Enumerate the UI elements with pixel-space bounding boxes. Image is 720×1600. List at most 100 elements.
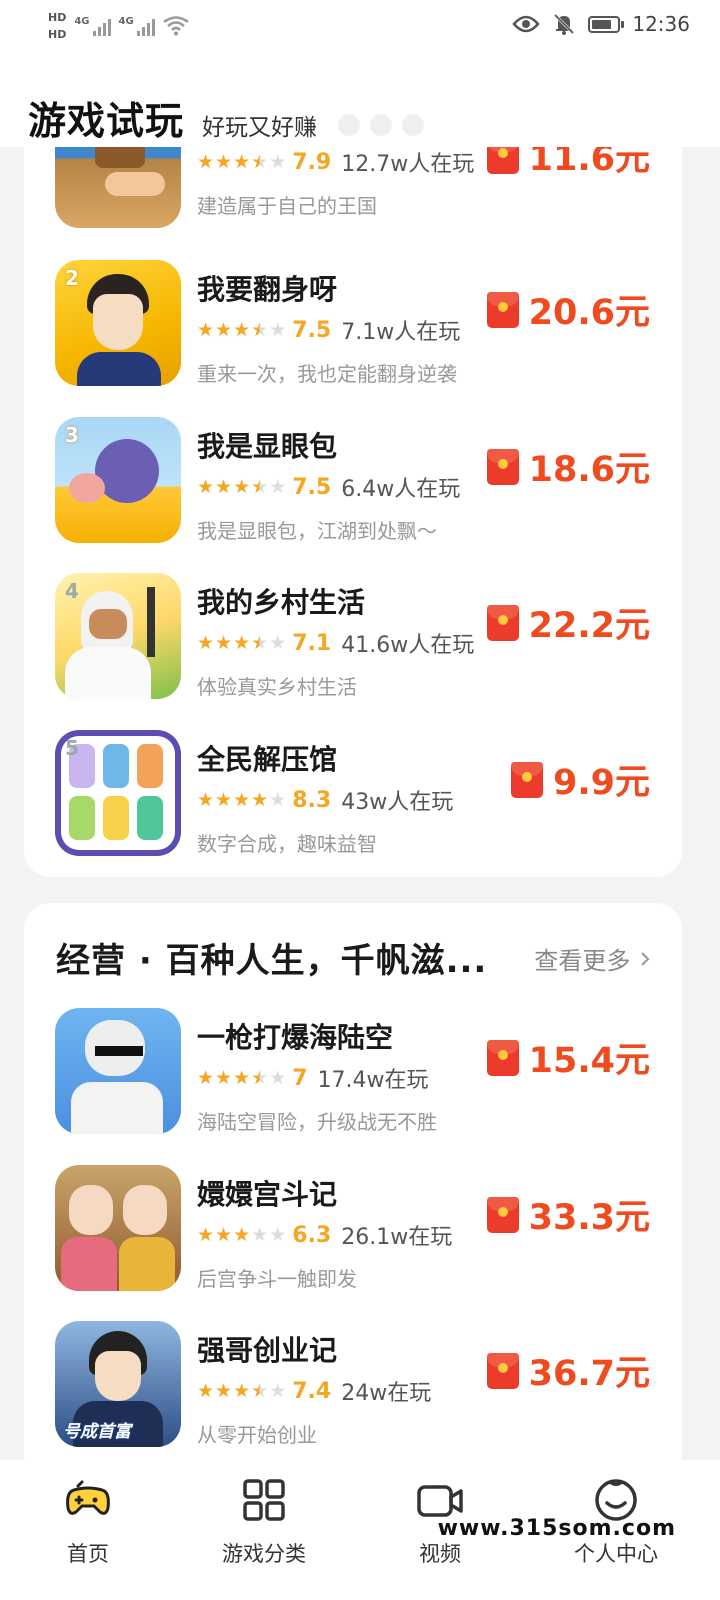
signal-icon: 4G <box>119 16 155 36</box>
status-bar: HD HD 4G 4G 12:36 <box>0 0 720 52</box>
players-count: 7.1w人在玩 <box>341 320 461 345</box>
star-icon: ★ <box>269 788 287 811</box>
star-icon: ★ <box>251 788 269 811</box>
star-icon: ★ <box>233 318 251 341</box>
rating-score: 7.4 <box>292 1378 332 1404</box>
game-meta: ★ ★ ★ ★ ★ 7.5 6.4w人在玩 <box>197 473 460 503</box>
rating-stars: ★ ★ ★ ★ ★ <box>197 633 286 653</box>
tab-label: 视频 <box>419 1542 461 1566</box>
star-icon: ★ <box>269 1379 287 1402</box>
star-icon: ★ <box>269 318 287 341</box>
game-row[interactable]: 一枪打爆海陆空 ★ ★ ★ ★ ★ 7 17.4w在玩 海陆空冒险，升级战无不胜 15.… <box>24 1008 682 1134</box>
hd1-label: HD <box>48 11 67 24</box>
rating-stars: ★ ★ ★ ★ ★ <box>197 788 287 811</box>
reward-amount: 22.2元 <box>528 606 650 646</box>
players-count: 17.4w在玩 <box>317 1068 429 1093</box>
game-name: 嬛嬛宫斗记 <box>197 1178 338 1211</box>
players-count: 24w在玩 <box>341 1381 432 1406</box>
star-icon: ★ <box>233 788 251 811</box>
red-envelope-icon <box>486 448 519 485</box>
star-icon: ★ <box>215 1066 233 1089</box>
battery-icon <box>588 15 625 33</box>
game-thumbnail[interactable]: 号成首富 <box>55 1321 181 1447</box>
star-icon: ★ <box>269 475 287 498</box>
red-envelope-icon <box>486 1352 519 1389</box>
app-root: HD HD 4G 4G 12:36 ★ ★ ★ ★ ★ 7.9 12.7w人在玩… <box>0 0 720 1600</box>
reward-badge[interactable]: 9.9元 <box>510 754 650 805</box>
reward-amount: 33.3元 <box>528 1198 650 1238</box>
watermark-text: www.315som.com <box>437 1516 676 1541</box>
game-row[interactable]: 嬛嬛宫斗记 ★ ★ ★ ★ ★ 6.3 26.1w在玩 后宫争斗一触即发 33.3元 <box>24 1165 682 1291</box>
game-meta: ★ ★ ★ ★ ★ 7.5 7.1w人在玩 <box>197 316 461 346</box>
game-meta: ★ ★ ★ ★ ★ 8.3 43w人在玩 <box>197 786 453 816</box>
game-description: 海陆空冒险，升级战无不胜 <box>197 1110 437 1134</box>
decoration-icon <box>370 114 392 136</box>
star-icon: ★ <box>215 318 233 341</box>
game-thumbnail[interactable]: 2 <box>55 260 181 386</box>
reward-badge[interactable]: 20.6元 <box>486 284 650 335</box>
game-description: 建造属于自己的王国 <box>197 194 377 218</box>
status-left: HD HD 4G 4G <box>48 6 189 46</box>
reward-badge[interactable]: 15.4元 <box>486 1032 650 1083</box>
reward-badge[interactable]: 33.3元 <box>486 1189 650 1240</box>
reward-badge[interactable]: 18.6元 <box>486 441 650 492</box>
wifi-icon <box>162 16 189 36</box>
star-icon: ★ <box>233 1223 251 1246</box>
red-envelope-icon <box>510 761 543 798</box>
rating-score: 7.9 <box>292 149 332 175</box>
game-row[interactable]: 2 我要翻身呀 ★ ★ ★ ★ ★ 7.5 7.1w人在玩 重来一次，我也定能翻身逆袭 … <box>24 260 682 386</box>
grid-icon <box>243 1479 285 1521</box>
star-icon: ★ <box>251 1379 269 1402</box>
star-icon: ★ <box>197 1066 215 1089</box>
players-count: 12.7w人在玩 <box>341 152 475 177</box>
star-icon: ★ <box>233 1379 251 1402</box>
star-icon: ★ <box>269 1066 287 1089</box>
game-name: 我要翻身呀 <box>197 273 338 306</box>
red-envelope-icon <box>486 604 519 641</box>
rating-stars: ★ ★ ★ ★ ★ <box>197 318 287 341</box>
rating-stars: ★ ★ ★ ★ ★ <box>197 1223 286 1246</box>
rating-score: 7.5 <box>292 317 332 343</box>
star-icon: ★ <box>215 1223 233 1246</box>
red-envelope-icon <box>486 1196 519 1233</box>
game-thumbnail[interactable]: 5 <box>55 730 181 856</box>
clock: 12:36 <box>632 12 690 36</box>
tab-home[interactable]: 首页 <box>18 1460 158 1600</box>
red-envelope-icon <box>486 291 519 328</box>
game-thumbnail[interactable]: 3 <box>55 417 181 543</box>
game-meta: ★ ★ ★ ★ ★ 7.4 24w在玩 <box>197 1377 432 1407</box>
star-icon: ★ <box>197 1223 215 1246</box>
reward-amount: 9.9元 <box>552 763 650 803</box>
reward-badge[interactable]: 36.7元 <box>486 1345 650 1396</box>
game-name: 我是显眼包 <box>197 430 338 463</box>
star-icon: ★ <box>251 150 269 173</box>
tab-label: 个人中心 <box>574 1542 658 1566</box>
reward-amount: 15.4元 <box>528 1041 650 1081</box>
bell-off-icon <box>554 13 575 35</box>
game-thumbnail[interactable] <box>55 1165 181 1291</box>
star-icon: ★ <box>233 1066 251 1089</box>
game-meta: ★ ★ ★ ★ ★ 6.3 26.1w在玩 <box>197 1221 453 1251</box>
game-thumbnail[interactable]: 4 <box>55 573 181 699</box>
reward-badge[interactable]: 22.2元 <box>486 597 650 648</box>
game-row[interactable]: 5 全民解压馆 ★ ★ ★ ★ ★ 8.3 43w人在玩 数字合成，趣味益智 9.9元 <box>24 730 682 856</box>
red-envelope-icon <box>486 1039 519 1076</box>
tab-categories[interactable]: 游戏分类 <box>194 1460 334 1600</box>
page-subtitle: 好玩又好赚 <box>202 115 317 141</box>
game-row[interactable]: 4 我的乡村生活 ★ ★ ★ ★ ★ 7.1 41.6w人在玩 体验真实乡村生活 22.… <box>24 573 682 699</box>
network-type-label: 4G <box>74 16 90 27</box>
hd-indicators: HD HD <box>48 12 66 40</box>
see-more-link[interactable]: 查看更多 <box>534 941 652 976</box>
star-icon: ★ <box>251 1223 269 1246</box>
hd2-label: HD <box>48 28 67 41</box>
page-header: 游戏试玩 好玩又好赚 <box>0 52 720 147</box>
game-thumbnail[interactable] <box>55 1008 181 1134</box>
star-icon: ★ <box>197 150 215 173</box>
rank-badge: 3 <box>65 423 79 447</box>
players-count: 26.1w在玩 <box>341 1225 453 1250</box>
star-icon: ★ <box>251 475 269 498</box>
eye-icon <box>512 15 541 33</box>
gamepad-icon <box>66 1480 110 1515</box>
game-row[interactable]: 3 我是显眼包 ★ ★ ★ ★ ★ 7.5 6.4w人在玩 我是显眼包，江湖到处飘～ 1… <box>24 417 682 543</box>
game-row[interactable]: 号成首富 强哥创业记 ★ ★ ★ ★ ★ 7.4 24w在玩 从零开始创业 36.7元 <box>24 1321 682 1447</box>
